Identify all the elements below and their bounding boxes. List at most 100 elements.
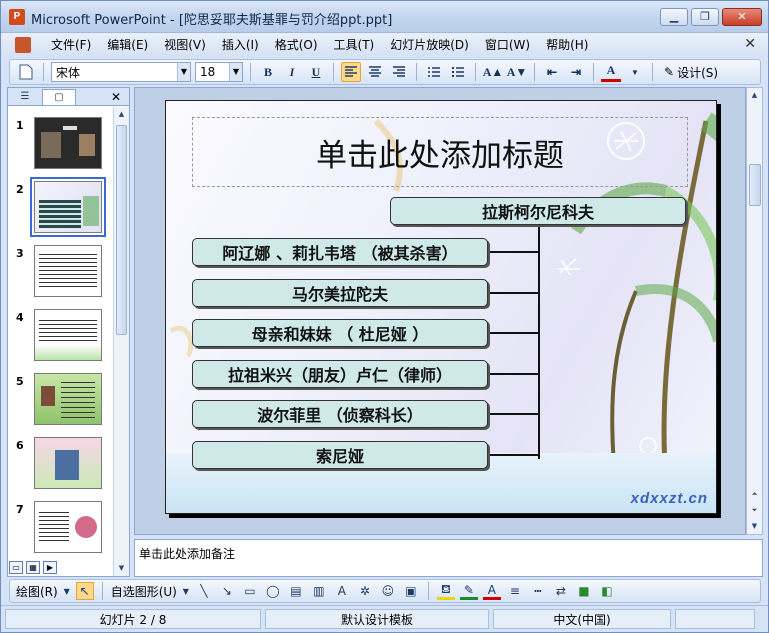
org-node[interactable]: 母亲和妹妹 （ 杜尼娅 ） [192,319,488,347]
align-left-icon[interactable] [341,62,361,82]
menu-edit[interactable]: 编辑(E) [99,33,156,57]
org-root-node[interactable]: 拉斯柯尔尼科夫 [390,197,686,225]
font-color-icon[interactable]: A [482,582,501,600]
slideshow-icon[interactable]: ▶ [43,561,57,574]
increase-indent-icon[interactable]: ⇥ [566,62,586,82]
new-document-icon[interactable] [16,62,36,82]
underline-button[interactable]: U [306,62,326,82]
fill-color-icon[interactable]: ⛾ [436,582,455,600]
select-pointer-icon[interactable]: ↖ [75,582,94,600]
list-item[interactable]: 3 [8,245,114,301]
notes-pane[interactable]: 单击此处添加备注 [134,539,763,577]
slide-thumbnail-4[interactable] [34,309,102,361]
bullet-list-icon[interactable] [448,62,468,82]
list-item[interactable]: 7 [8,501,114,557]
scroll-up-icon[interactable]: ▲ [114,107,129,122]
rectangle-icon[interactable]: ▭ [241,582,259,600]
decrease-font-icon[interactable]: A▼ [507,62,528,82]
slide-thumbnail-5[interactable] [34,373,102,425]
font-color-icon[interactable]: A [601,62,621,82]
increase-font-icon[interactable]: A▲ [483,62,504,82]
oval-icon[interactable]: ◯ [264,582,282,600]
chevron-down-icon[interactable]: ▼ [177,63,190,81]
title-placeholder[interactable]: 单击此处添加标题 [192,117,688,187]
scroll-thumb[interactable] [749,164,761,206]
thumbnail-scrollbar[interactable]: ▲ ▼ [113,107,129,576]
slide-thumbnail-1[interactable] [34,117,102,169]
font-name-select[interactable]: 宋体 ▼ [51,62,191,82]
arrow-style-icon[interactable]: ⇄ [552,582,570,600]
align-right-icon[interactable] [389,62,409,82]
scroll-down-icon[interactable]: ▼ [747,519,762,534]
dash-style-icon[interactable]: ┅ [529,582,547,600]
menu-view[interactable]: 视图(V) [156,33,214,57]
diagram-icon[interactable]: ✲ [356,582,374,600]
line-style-icon[interactable]: ≡ [506,582,524,600]
menu-tools[interactable]: 工具(T) [326,33,383,57]
design-button[interactable]: ✎ 设计(S) [660,64,722,81]
bold-button[interactable]: B [258,62,278,82]
scroll-up-icon[interactable]: ▲ [747,88,762,103]
slide-scrollbar[interactable]: ▲ ⏶ ⏷ ▼ [746,87,763,535]
org-node[interactable]: 波尔菲里 （侦察科长） [192,400,488,428]
arrow-icon[interactable]: ↘ [218,582,236,600]
tab-slides[interactable]: ▢ [42,88,76,105]
org-node[interactable]: 阿辽娜 、莉扎韦塔 （被其杀害） [192,238,488,266]
panel-close-icon[interactable]: ✕ [111,90,121,104]
scroll-thumb[interactable] [116,125,127,335]
list-item[interactable]: 4 [8,309,114,365]
vertical-textbox-icon[interactable]: ▥ [310,582,328,600]
wordart-icon[interactable]: A [333,582,351,600]
tab-outline[interactable]: ☰ [8,89,42,105]
chevron-down-icon[interactable]: ▼ [229,63,242,81]
org-node[interactable]: 马尔美拉陀夫 [192,279,488,307]
document-icon[interactable] [15,37,31,53]
chevron-down-icon[interactable]: ▼ [625,62,645,82]
menu-window[interactable]: 窗口(W) [477,33,538,57]
picture-icon[interactable]: ▣ [402,582,420,600]
font-name-value: 宋体 [56,65,81,80]
normal-view-icon[interactable]: ▭ [9,561,23,574]
current-slide[interactable]: 单击此处添加标题 拉斯柯尔尼科夫 阿辽娜 、莉扎韦塔 （被其杀害） 马尔美拉陀夫… [165,100,717,514]
3d-style-icon[interactable]: ◧ [598,582,616,600]
italic-button[interactable]: I [282,62,302,82]
shadow-icon[interactable]: ■ [575,582,593,600]
org-node[interactable]: 拉祖米兴（朋友）卢仁（律师） [192,360,488,388]
slide-thumbnail-3[interactable] [34,245,102,297]
next-slide-icon[interactable]: ⏷ [747,503,762,518]
previous-slide-icon[interactable]: ⏶ [747,487,762,502]
numbered-list-icon[interactable] [424,62,444,82]
font-size-select[interactable]: 18 ▼ [195,62,243,82]
slide-sorter-icon[interactable]: ▦ [26,561,40,574]
document-close-icon[interactable]: ✕ [744,36,756,52]
decrease-indent-icon[interactable]: ⇤ [542,62,562,82]
line-icon[interactable]: ╲ [195,582,213,600]
menu-insert[interactable]: 插入(I) [214,33,267,57]
slide-thumbnail-2[interactable] [30,177,106,237]
restore-button[interactable]: ❐ [691,8,719,26]
clipart-icon[interactable]: ☺ [379,582,397,600]
list-item[interactable]: 2 [8,177,114,237]
menu-slideshow[interactable]: 幻灯片放映(D) [382,33,477,57]
list-item[interactable]: 5 [8,373,114,429]
close-button[interactable]: ✕ [722,8,762,26]
scroll-down-icon[interactable]: ▼ [114,561,129,576]
list-item[interactable]: 6 [8,437,114,493]
list-item[interactable]: 1 [8,117,114,173]
powerpoint-app-icon[interactable]: P [9,9,25,25]
org-node[interactable]: 索尼娅 [192,441,488,469]
menu-file[interactable]: 文件(F) [43,33,99,57]
slide-thumbnail-6[interactable] [34,437,102,489]
autoshapes-menu[interactable]: 自选图形(U) [111,583,177,600]
drawing-toolbar: 绘图(R) ▼ ↖ 自选图形(U) ▼ ╲ ↘ ▭ ◯ ▤ ▥ A ✲ ☺ ▣ … [9,579,761,603]
line-color-icon[interactable]: ✎ [459,582,478,600]
chevron-down-icon[interactable]: ▼ [182,582,190,600]
minimize-button[interactable]: ▁ [660,8,688,26]
align-center-icon[interactable] [365,62,385,82]
chevron-down-icon[interactable]: ▼ [63,582,71,600]
menu-format[interactable]: 格式(O) [267,33,326,57]
draw-menu[interactable]: 绘图(R) [16,583,58,600]
slide-thumbnail-7[interactable] [34,501,102,553]
menu-help[interactable]: 帮助(H) [538,33,596,57]
textbox-icon[interactable]: ▤ [287,582,305,600]
